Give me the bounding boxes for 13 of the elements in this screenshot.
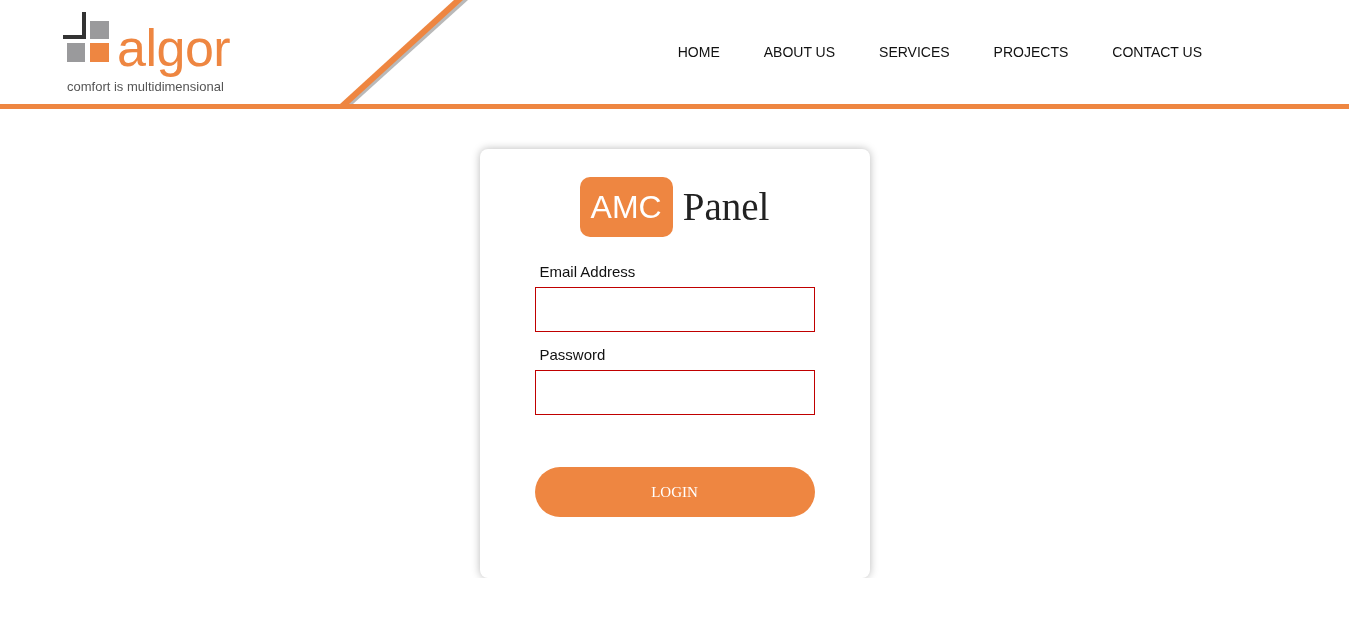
nav-link[interactable]: PROJECTS: [993, 43, 1069, 61]
nav-link[interactable]: HOME: [677, 43, 720, 61]
nav-link[interactable]: SERVICES: [879, 43, 950, 61]
panel-badge: AMC: [579, 177, 673, 237]
field-label: Password: [539, 346, 606, 364]
nav-link[interactable]: CONTACT US: [1112, 43, 1202, 61]
nav-link[interactable]: ABOUT US: [763, 43, 836, 61]
input-field[interactable]: [534, 287, 815, 332]
logo-icon: [63, 12, 109, 62]
logo-tagline: comfort is multidimensional: [67, 79, 225, 94]
input-field[interactable]: [534, 370, 815, 415]
field-label: Email Address: [539, 263, 636, 281]
panel-title: Panel: [682, 185, 770, 229]
